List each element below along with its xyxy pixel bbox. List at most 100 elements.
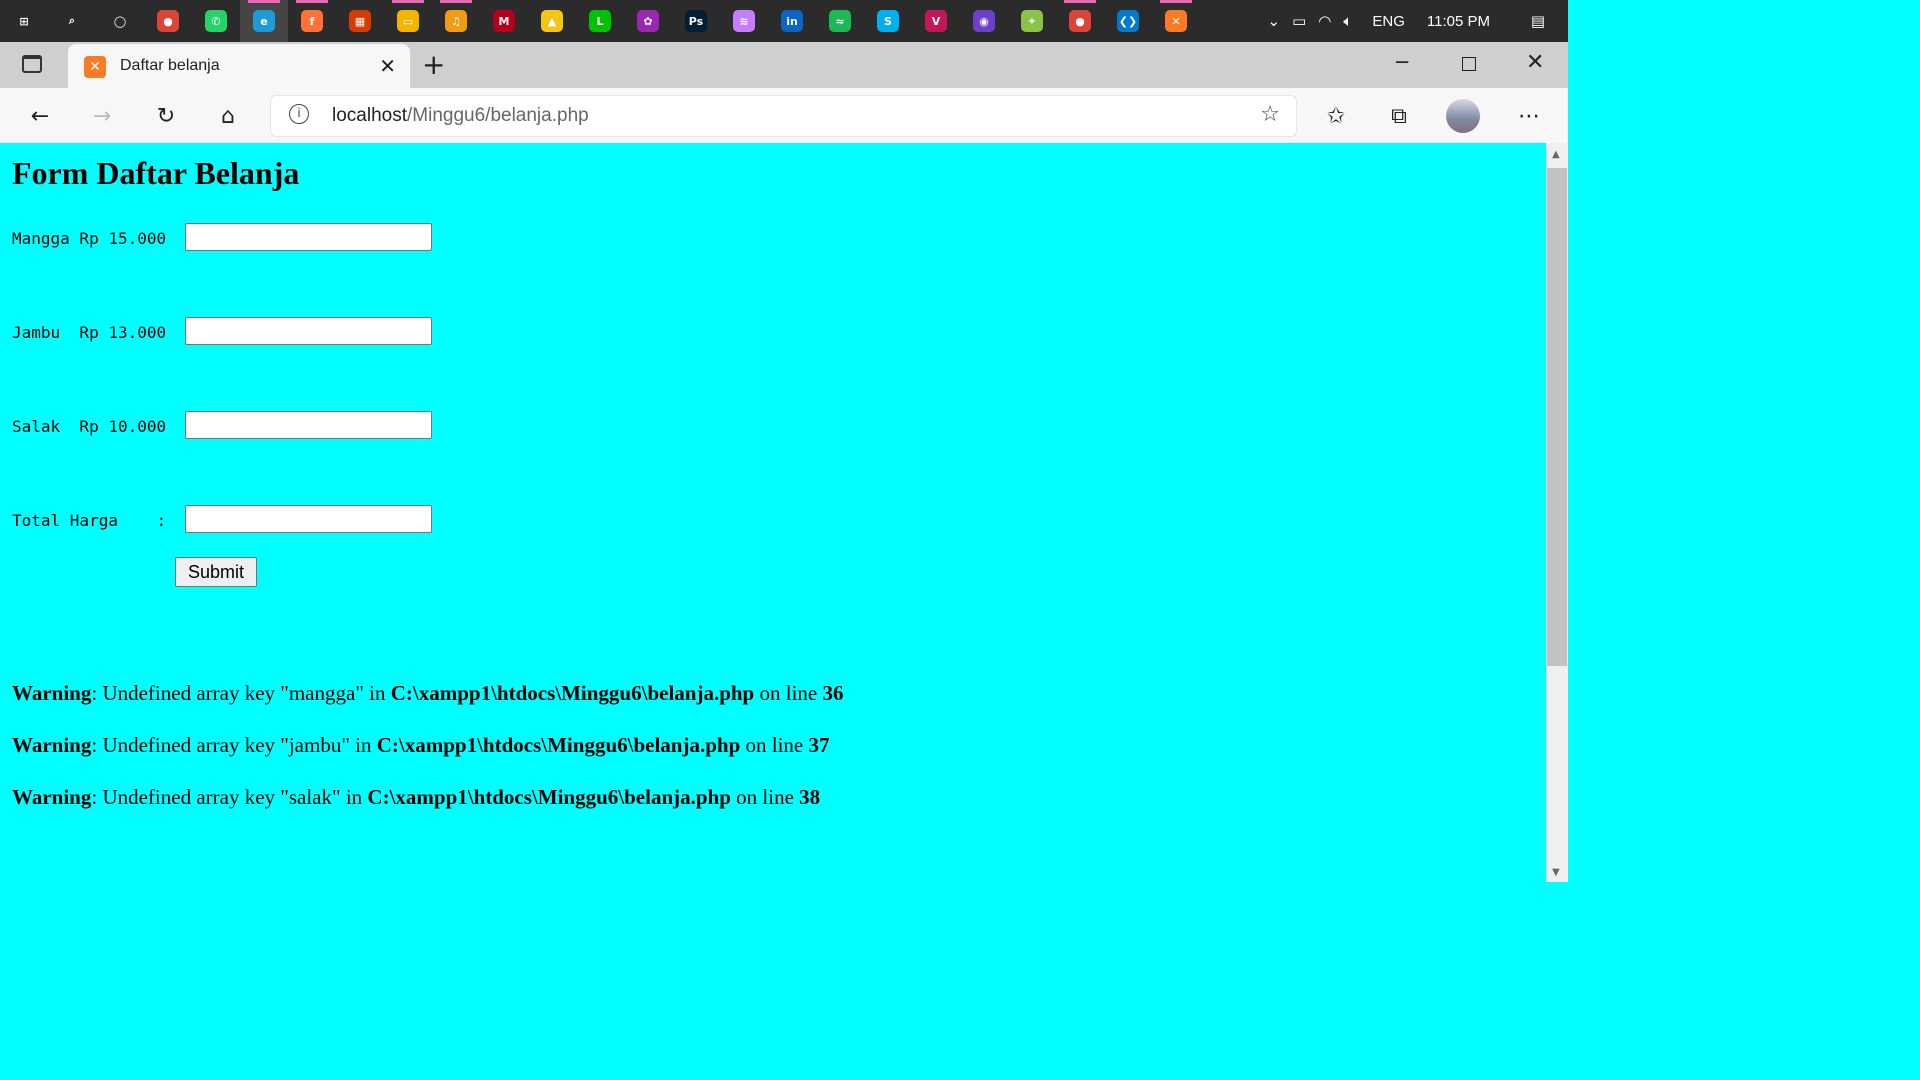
layers-app-icon[interactable]: ≋ bbox=[720, 0, 768, 42]
favorites-icon[interactable]: ✩ bbox=[1318, 98, 1354, 134]
warning-file: C:\xampp1\htdocs\Minggu6\belanja.php bbox=[367, 785, 731, 809]
warning-line: Warning: Undefined array key "salak" in … bbox=[12, 785, 820, 810]
mangga-label: Mangga Rp 15.000 bbox=[12, 229, 167, 248]
chrome-profile-icon-glyph: ● bbox=[1069, 10, 1091, 32]
music-app-icon[interactable]: ♫ bbox=[432, 0, 480, 42]
home-button[interactable]: ⌂ bbox=[210, 98, 246, 134]
scroll-down-icon[interactable]: ▼ bbox=[1552, 867, 1560, 878]
warning-message: : Undefined array key "jambu" in bbox=[91, 733, 377, 757]
volume-icon[interactable]: 🔈︎ bbox=[1337, 12, 1358, 30]
battery-icon[interactable]: ▭ bbox=[1286, 12, 1312, 30]
language-indicator[interactable]: ENG bbox=[1358, 13, 1419, 30]
tab-daftar-belanja[interactable]: ✕ Daftar belanja ✕ bbox=[68, 44, 410, 88]
xampp-icon-glyph: ✕ bbox=[1165, 10, 1187, 32]
app-leaf-icon-glyph: ✦ bbox=[1021, 10, 1043, 32]
warning-file: C:\xampp1\htdocs\Minggu6\belanja.php bbox=[390, 681, 755, 705]
submit-button[interactable]: Submit bbox=[175, 557, 257, 587]
github-icon-glyph: ◉ bbox=[973, 10, 995, 32]
windows-start-icon-glyph: ⊞ bbox=[13, 10, 35, 32]
add-favorite-icon[interactable]: ☆ bbox=[1260, 102, 1280, 127]
cortana-icon[interactable]: ◯ bbox=[96, 0, 144, 42]
scrollbar-thumb[interactable] bbox=[1547, 168, 1567, 666]
warning-line-number: 37 bbox=[808, 733, 830, 757]
xampp-favicon-icon: ✕ bbox=[84, 56, 106, 78]
picasa-icon-glyph: ✿ bbox=[637, 10, 659, 32]
app-triangle-icon[interactable]: ▲ bbox=[528, 0, 576, 42]
vscode-icon-glyph: ❮❯ bbox=[1117, 10, 1139, 32]
profile-avatar[interactable] bbox=[1446, 99, 1480, 133]
salak-label: Salak Rp 10.000 bbox=[12, 417, 167, 436]
total-harga-label: Total Harga : bbox=[12, 511, 167, 530]
warning-label: Warning bbox=[12, 681, 92, 705]
clock[interactable]: 11:05 PM bbox=[1419, 13, 1508, 30]
vscode-icon[interactable]: ❮❯ bbox=[1104, 0, 1152, 42]
notification-icon[interactable]: ▤ bbox=[1508, 12, 1568, 30]
vectornator-icon[interactable]: V bbox=[912, 0, 960, 42]
vertical-scrollbar[interactable]: ▲ ▼ bbox=[1546, 143, 1568, 882]
app-leaf-icon[interactable]: ✦ bbox=[1008, 0, 1056, 42]
chevron-up-icon[interactable]: ⌄ bbox=[1262, 12, 1287, 30]
mangga-input[interactable] bbox=[185, 223, 432, 251]
jambu-input[interactable] bbox=[185, 317, 432, 345]
warning-on-line: on line bbox=[754, 681, 823, 705]
github-icon[interactable]: ◉ bbox=[960, 0, 1008, 42]
whatsapp-icon-glyph: ✆ bbox=[205, 10, 227, 32]
spotify-icon[interactable]: ≈ bbox=[816, 0, 864, 42]
tab-title: Daftar belanja bbox=[120, 57, 220, 74]
windows-start-icon[interactable]: ⊞ bbox=[0, 0, 48, 42]
salak-input[interactable] bbox=[185, 411, 432, 439]
url-host: localhost bbox=[332, 105, 407, 126]
refresh-button[interactable]: ↻ bbox=[148, 98, 184, 134]
total-harga-input[interactable] bbox=[185, 505, 432, 533]
skype-icon[interactable]: S bbox=[864, 0, 912, 42]
mendeley-icon[interactable]: M bbox=[480, 0, 528, 42]
linkedin-icon[interactable]: in bbox=[768, 0, 816, 42]
more-options-icon[interactable]: ⋯ bbox=[1511, 98, 1547, 134]
warning-line: Warning: Undefined array key "jambu" in … bbox=[12, 733, 830, 758]
line-icon-glyph: L bbox=[589, 10, 611, 32]
taskbar-apps: ⊞ ⌕ ◯ ● ✆ e f ▦ ▭ ♫ M ▲ L ✿ Ps ≋ in ≈ S V ◉ ✦ ● ❮❯ ✕ bbox=[0, 0, 1200, 42]
warning-line-number: 36 bbox=[822, 681, 844, 705]
photoshop-icon-glyph: Ps bbox=[685, 10, 707, 32]
linkedin-icon-glyph: in bbox=[781, 10, 803, 32]
edge-icon-glyph: e bbox=[253, 10, 275, 32]
edge-icon[interactable]: e bbox=[240, 0, 288, 42]
scroll-up-icon[interactable]: ▲ bbox=[1552, 149, 1560, 160]
search-icon[interactable]: ⌕ bbox=[48, 0, 96, 42]
chrome-icon[interactable]: ● bbox=[144, 0, 192, 42]
back-button[interactable]: ← bbox=[22, 98, 58, 134]
line-icon[interactable]: L bbox=[576, 0, 624, 42]
collections-icon[interactable]: ⧉ bbox=[1381, 98, 1417, 134]
picasa-icon[interactable]: ✿ bbox=[624, 0, 672, 42]
office-icon-glyph: ▦ bbox=[349, 10, 371, 32]
warning-label: Warning bbox=[12, 785, 92, 809]
new-tab-icon[interactable]: + bbox=[422, 48, 445, 81]
url-text: localhost/Minggu6/belanja.php bbox=[332, 105, 589, 127]
site-info-icon[interactable]: i bbox=[289, 104, 309, 124]
minimize-icon[interactable]: ─ bbox=[1396, 50, 1408, 74]
forward-button[interactable]: → bbox=[84, 98, 120, 134]
restore-icon[interactable] bbox=[1462, 57, 1476, 71]
address-bar[interactable]: i localhost/Minggu6/belanja.php ☆ bbox=[270, 95, 1297, 137]
xampp-icon[interactable]: ✕ bbox=[1152, 0, 1200, 42]
warning-line-number: 38 bbox=[799, 785, 821, 809]
office-icon[interactable]: ▦ bbox=[336, 0, 384, 42]
file-explorer-icon[interactable]: ▭ bbox=[384, 0, 432, 42]
tab-actions-icon[interactable] bbox=[22, 55, 42, 73]
url-path: /Minggu6/belanja.php bbox=[407, 105, 589, 126]
firefox-icon-glyph: f bbox=[301, 10, 323, 32]
windows-taskbar: ⊞ ⌕ ◯ ● ✆ e f ▦ ▭ ♫ M ▲ L ✿ Ps ≋ in ≈ S V ◉ ✦ ● ❮❯ ✕ ⌄ ▭ ◠ 🔈︎ EN… bbox=[0, 0, 1568, 42]
photoshop-icon[interactable]: Ps bbox=[672, 0, 720, 42]
chrome-profile-icon[interactable]: ● bbox=[1056, 0, 1104, 42]
file-explorer-icon-glyph: ▭ bbox=[397, 10, 419, 32]
warning-file: C:\xampp1\htdocs\Minggu6\belanja.php bbox=[376, 733, 741, 757]
warning-on-line: on line bbox=[740, 733, 809, 757]
mendeley-icon-glyph: M bbox=[493, 10, 515, 32]
spotify-icon-glyph: ≈ bbox=[829, 10, 851, 32]
firefox-icon[interactable]: f bbox=[288, 0, 336, 42]
wifi-icon[interactable]: ◠ bbox=[1312, 12, 1337, 30]
close-tab-icon[interactable]: ✕ bbox=[379, 54, 396, 78]
whatsapp-icon[interactable]: ✆ bbox=[192, 0, 240, 42]
jambu-label: Jambu Rp 13.000 bbox=[12, 323, 167, 342]
close-window-icon[interactable]: ✕ bbox=[1526, 50, 1544, 75]
